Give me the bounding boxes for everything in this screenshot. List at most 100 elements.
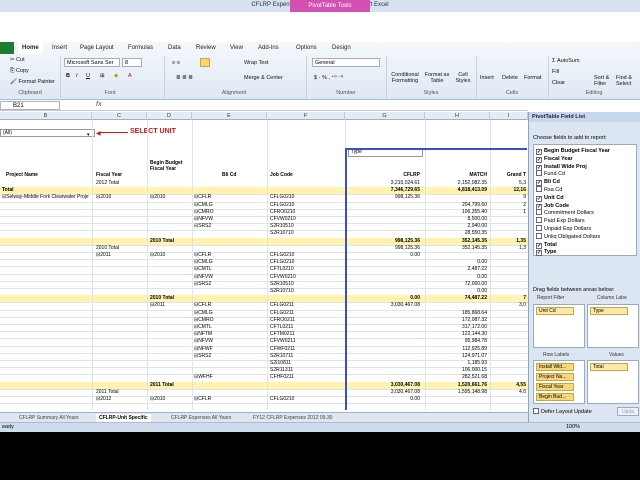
column-header-g[interactable]: G [345,112,425,120]
pivot-value-grand[interactable]: 9 [490,194,526,201]
row-field-item[interactable]: Begin Bud... [536,393,574,401]
font-size-select[interactable]: 8 [122,58,142,67]
value-field-total[interactable]: Total [590,363,628,371]
pivot-cell-job[interactable]: S2R10510 [270,281,294,288]
row-field-item[interactable]: Project Na... [536,373,574,381]
row-labels-area[interactable]: Install Wid... Project Na... Fiscal Year Be… [533,360,585,404]
pivot-cell-bli[interactable]: ⊟WFHF [194,374,213,381]
tab-home[interactable]: Home [18,42,43,54]
filter-field-unit-cd[interactable]: Unit Cd [536,307,574,315]
clear-button[interactable]: Clear [552,80,565,86]
job-code-header[interactable]: Job Code [270,172,293,179]
tab-view[interactable]: View [230,42,243,54]
pivot-cell-bli[interactable]: ⊟CMRO [194,317,213,324]
pivot-value-match[interactable]: 1,595,148.98 [425,389,487,396]
format-painter-button[interactable]: 🖌 Format Painter [10,79,55,85]
checkbox-icon[interactable] [536,170,542,177]
pivot-cell-bli[interactable]: ⊟CMLG [194,259,213,266]
align-top-icon[interactable]: ≡ ≡ [172,60,180,66]
pivot-value-match[interactable]: 72,000.00 [425,281,487,288]
pivot-value-match[interactable]: 282,521.68 [425,374,487,381]
column-header-e[interactable]: E [192,112,267,120]
field-checkbox[interactable]: ✓ Unit Cd [536,194,564,202]
pivot-value-cflrp[interactable]: 3,215,024.61 [348,180,420,187]
column-header-c[interactable]: C [92,112,147,120]
pivot-cell-job[interactable]: CFLG0211 [270,310,294,317]
column-header-f[interactable]: F [267,112,345,120]
checkbox-icon[interactable] [536,217,542,224]
pivot-cell-job[interactable]: S2R10510 [270,223,294,230]
pivot-cell-bb[interactable]: ⊟2010 [150,252,165,259]
checkbox-icon[interactable] [536,209,542,216]
pivot-cell-bb[interactable]: 2010 Total [150,295,174,302]
field-checkbox[interactable]: ✓ Bli Cd [536,178,560,187]
fill-button[interactable]: Fill [552,69,559,75]
pivot-cell-job[interactable]: CFHF0211 [270,374,294,381]
values-area[interactable]: Total [587,360,639,404]
tab-data[interactable]: Data [168,42,181,54]
pivot-cell-bli[interactable]: ⊟CMLG [194,310,213,317]
pivot-cell-bli[interactable]: ⊟SRS2 [194,353,211,360]
pivot-value-match[interactable]: 0.00 [425,288,487,295]
pivot-value-cflrp[interactable]: 0.00 [348,396,420,403]
pivot-value-match[interactable]: 0.00 [425,274,487,281]
pivot-cell-job[interactable]: CFLG0210 [270,202,294,209]
field-checkbox[interactable]: ✓ Type [536,248,556,257]
pivot-cell-job[interactable]: CFVW0210 [270,216,296,223]
name-box[interactable]: B21 [0,101,60,110]
sort-filter-button[interactable]: Sort & Filter [594,75,614,87]
pivot-value-grand[interactable]: 4,55 [490,382,526,389]
pivot-cell-job[interactable]: CFLG0210 [270,252,294,259]
pivot-cell-proj[interactable]: ⊟Selway-Middle Fork Clearwater Proje [2,194,89,201]
pivot-cell-job[interactable]: S2R10710 [270,288,294,295]
pivot-cell-job[interactable]: CFLG0211 [270,302,294,309]
pivot-value-match[interactable]: 95,984.78 [425,338,487,345]
pivot-value-cflrp[interactable]: 998,125.36 [348,194,420,201]
pivot-cell-job[interactable]: CFTL0210 [270,266,294,273]
pivot-cell-fy[interactable]: 2010 Total [96,245,119,252]
copy-button[interactable]: ⎘ Copy [10,68,29,75]
pivot-value-cflrp[interactable]: 3,030,467.08 [348,302,420,309]
tab-review[interactable]: Review [196,42,216,54]
pivot-cell-bli[interactable]: ⊟NFWF [194,346,213,353]
underline-button[interactable]: U [86,73,90,79]
defer-layout-checkbox[interactable]: Defer Layout Update [533,408,592,416]
spreadsheet-grid[interactable]: (All) ▾ ◀ SELECT UNIT Type Project Name … [0,120,528,410]
sheet-tab-unit-specific[interactable]: CFLRP-Unit Specific [96,414,151,422]
pivot-value-grand[interactable]: 1,3 [490,245,526,252]
pivot-value-grand[interactable]: 5,3 [490,180,526,187]
column-header-d[interactable]: D [147,112,192,120]
sheet-tab-summary[interactable]: CFLRP Summary All Years [16,414,82,422]
pivot-value-match[interactable]: 185,868.64 [425,310,487,317]
begin-budget-header[interactable]: Begin Budget Fiscal Year [150,160,190,172]
tab-add-ins[interactable]: Add-Ins [258,42,279,54]
pivot-value-match[interactable]: 1,185.93 [425,360,487,367]
field-checkbox[interactable]: Fund Cd [536,170,565,178]
pivot-cell-bb[interactable]: 2010 Total [150,238,174,245]
align-middle-button[interactable] [200,58,210,67]
sheet-tab-expenses-all[interactable]: CFLRP Expenses All Years [168,414,234,422]
tab-formulas[interactable]: Formulas [128,42,153,54]
pivot-cell-bli[interactable]: ⊟NFTM [194,331,212,338]
pivot-value-cflrp[interactable]: 3,030,467.08 [348,389,420,396]
field-checkbox[interactable]: ✓ Fiscal Year [536,155,573,163]
cut-button[interactable]: ✂ Cut [10,57,25,63]
pivot-cell-bb[interactable]: 2011 Total [150,382,174,389]
font-color-icon[interactable]: A [128,73,132,79]
column-labels-area[interactable]: Type [587,304,639,348]
number-format-select[interactable]: General [312,58,380,67]
bli-cd-header[interactable]: Bli Cd [222,172,236,179]
conditional-formatting-button[interactable]: Conditional Formatting [388,72,422,84]
pivot-value-cflrp[interactable]: 7,346,729.65 [348,187,420,194]
report-filter-cell[interactable]: (All) [0,129,95,137]
checkbox-icon[interactable] [536,225,542,231]
field-checkbox[interactable]: Rsa Cd [536,186,562,194]
pivot-cell-bb[interactable]: ⊟2011 [150,302,165,309]
row-field-item[interactable]: Fiscal Year [536,383,574,391]
insert-cells-button[interactable]: Insert [480,75,494,81]
tab-insert[interactable]: Insert [52,42,67,54]
pivot-value-match[interactable]: 352,145.35 [425,238,487,245]
pivot-value-grand[interactable]: 2 [490,202,526,209]
pivot-value-match[interactable]: 112,925.89 [425,346,487,353]
zoom-level[interactable]: 100% [566,424,580,430]
